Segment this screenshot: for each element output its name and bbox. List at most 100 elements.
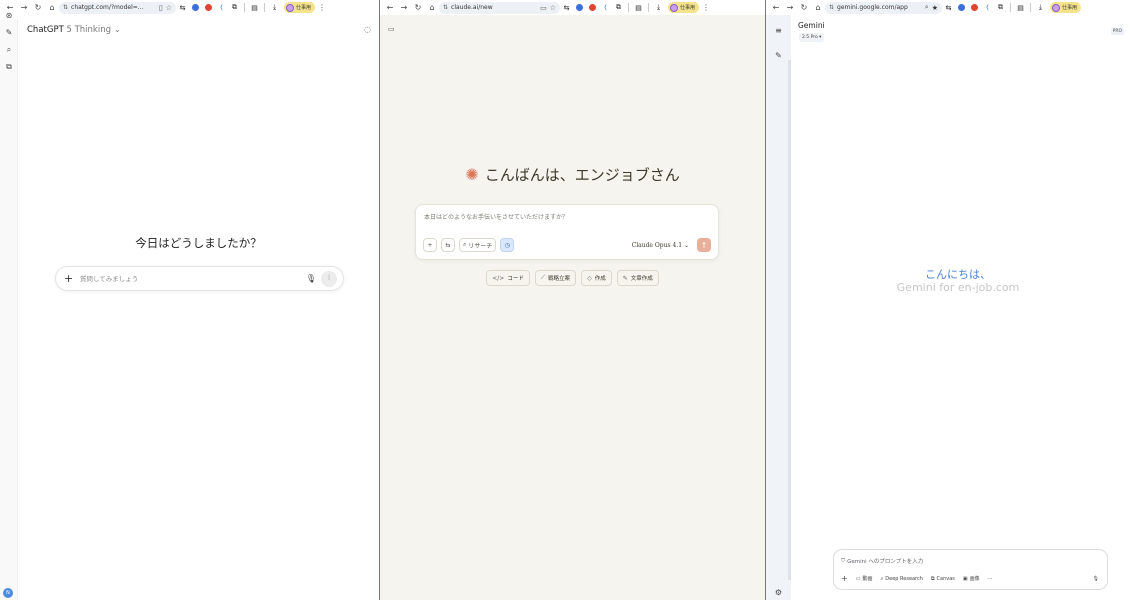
chatgpt-sidebar-rail: ⊛ ✎ ⌕ ⧉ N [0, 11, 18, 600]
home-icon[interactable]: ⌂ [811, 1, 825, 15]
address-bar[interactable]: ⇅ claude.ai/new ▭ ☆ [439, 1, 560, 14]
more-icon[interactable]: ··· [988, 576, 993, 582]
download-icon[interactable]: ⤓ [269, 2, 280, 13]
reload-icon[interactable]: ↻ [411, 1, 425, 15]
extension-icon[interactable] [574, 2, 585, 13]
bookmark-star-icon[interactable]: ☆ [550, 4, 556, 12]
forward-icon[interactable]: → [783, 1, 797, 15]
tools-settings-button[interactable]: ⇆ [441, 238, 455, 252]
extensions-puzzle-icon[interactable]: ⧉ [229, 2, 240, 13]
research-icon: ⌕ [463, 241, 467, 248]
extension-icon[interactable] [969, 2, 980, 13]
microphone-icon[interactable]: 🎙︎ [305, 274, 317, 283]
composer[interactable]: 本日はどのようなお手伝いをさせていただけますか？ + ⇆ ⌕ リサーチ ◷ Cl… [415, 204, 719, 260]
extension-icon[interactable] [587, 2, 598, 13]
greeting-text: こんばんは、エンジョブさん [484, 166, 680, 184]
home-icon[interactable]: ⌂ [425, 1, 439, 15]
greeting-subheading: Gemini for en-job.com [896, 281, 1020, 294]
page-icon[interactable]: ▯ [159, 4, 163, 12]
send-button[interactable]: ↑ [697, 238, 711, 252]
back-icon[interactable]: ← [769, 1, 783, 15]
extension-icon[interactable]: ⇆ [943, 2, 954, 13]
extension-icon[interactable]: ⦅ [982, 2, 993, 13]
forward-icon[interactable]: → [397, 1, 411, 15]
reading-list-icon[interactable]: ▤ [1015, 2, 1026, 13]
model-selector[interactable]: ChatGPT 5 Thinking ⌄ [27, 25, 121, 35]
tool-image[interactable]: ▣ 画像 [963, 575, 980, 583]
video-icon: ▭ [855, 575, 861, 582]
research-button[interactable]: ⌕ リサーチ [459, 238, 497, 252]
voice-mode-button[interactable]: ⫶ [321, 270, 337, 287]
extension-icon[interactable]: ⇆ [177, 2, 188, 13]
tool-canvas[interactable]: ⧉ Canvas [931, 576, 955, 582]
prompt-input[interactable] [80, 274, 305, 283]
sidebar-toggle-icon[interactable]: ▭ [388, 25, 395, 33]
chevron-down-icon: ▾ [819, 35, 822, 40]
profile-chip[interactable]: 仕事用 [284, 2, 316, 13]
prompt-placeholder[interactable]: 本日はどのようなお手伝いをさせていただけますか？ [424, 212, 568, 221]
extension-icon[interactable] [203, 2, 214, 13]
address-bar[interactable]: ⇅ chatgpt.com/?model=... ▯ ☆ [59, 1, 176, 14]
model-selector[interactable]: 2.5 Pro ▾ [799, 33, 825, 42]
new-chat-icon[interactable]: ✎ [0, 24, 18, 41]
chip-writing[interactable]: ✎ 文章作成 [616, 270, 659, 286]
site-settings-icon[interactable]: ⇅ [443, 4, 448, 11]
site-settings-icon[interactable]: ⇅ [829, 4, 834, 11]
claude-window: ← → ↻ ⌂ ⇅ claude.ai/new ▭ ☆ ⇆ ⦅ ⧉ ▤ ⤓ 仕事… [380, 0, 765, 600]
reading-list-icon[interactable]: ▤ [249, 2, 260, 13]
back-icon[interactable]: ← [383, 1, 397, 15]
temporary-chat-icon[interactable]: ◌ [364, 25, 371, 34]
attach-plus-icon[interactable]: + [64, 272, 74, 285]
microphone-icon[interactable]: 🎙︎ [1093, 576, 1099, 582]
browser-menu-icon[interactable]: ⋮ [699, 1, 713, 15]
extension-icon[interactable] [956, 2, 967, 13]
avatar[interactable]: N [3, 588, 13, 598]
openai-logo-icon[interactable]: ⊛ [0, 7, 18, 24]
toolbar-divider [628, 3, 629, 12]
chip-strategy[interactable]: ⟋ 戦略立案 [534, 270, 577, 286]
suggestion-chips: </> コード ⟋ 戦略立案 ◇ 作成 ✎ 文章作成 [380, 270, 765, 286]
download-icon[interactable]: ⤓ [1035, 2, 1046, 13]
home-icon[interactable]: ⌂ [45, 1, 59, 15]
add-plus-icon[interactable]: + [841, 574, 848, 583]
profile-chip[interactable]: 仕事用 [1050, 2, 1082, 13]
extension-icon[interactable]: ⦅ [216, 2, 227, 13]
extension-icon[interactable]: ⦅ [600, 2, 611, 13]
model-selector[interactable]: Claude Opus 4.1 ⌄ [632, 242, 689, 249]
tool-video[interactable]: ▭ 動画 [855, 575, 873, 583]
pen-icon: ✎ [622, 274, 628, 282]
extensions-puzzle-icon[interactable]: ⧉ [613, 2, 624, 13]
forward-icon[interactable]: → [17, 1, 31, 15]
gear-icon[interactable]: ⚙ [766, 588, 791, 597]
bookmark-star-icon[interactable]: ☆ [166, 4, 172, 12]
bookmark-star-icon[interactable]: ★ [932, 4, 938, 12]
tool-deep-research[interactable]: ⌕ Deep Research [880, 576, 923, 582]
composer[interactable]: ⛉ Gemini へのプロンプトを入力 + ▭ 動画 ⌕ Deep Resear… [833, 549, 1108, 590]
app-title: Gemini [798, 21, 825, 30]
code-icon: </> [492, 274, 505, 282]
reload-icon[interactable]: ↻ [31, 1, 45, 15]
extension-icon[interactable]: ⇆ [561, 2, 572, 13]
extensions-puzzle-icon[interactable]: ⧉ [995, 2, 1006, 13]
menu-icon[interactable]: ≡ [766, 22, 791, 38]
reload-icon[interactable]: ↻ [797, 1, 811, 15]
sidebar-scrollbar[interactable] [788, 60, 791, 580]
chatgpt-window: ← → ↻ ⌂ ⇅ chatgpt.com/?model=... ▯ ☆ ⇆ ⦅… [0, 0, 379, 600]
add-attachment-button[interactable]: + [423, 238, 437, 252]
profile-chip[interactable]: 仕事用 [668, 2, 700, 13]
download-icon[interactable]: ⤓ [653, 2, 664, 13]
zoom-icon[interactable]: ⌕ [925, 3, 929, 12]
extended-thinking-button[interactable]: ◷ [500, 238, 515, 252]
cast-icon[interactable]: ▭ [540, 4, 547, 12]
model-name: 2.5 Pro [802, 35, 818, 40]
extension-icon[interactable] [190, 2, 201, 13]
browser-menu-icon[interactable]: ⋮ [315, 1, 329, 15]
address-bar[interactable]: ⇅ gemini.google.com/app ⌕ ★ [825, 1, 942, 14]
chip-create[interactable]: ◇ 作成 [581, 270, 612, 286]
chip-code[interactable]: </> コード [486, 270, 530, 286]
reading-list-icon[interactable]: ▤ [633, 2, 644, 13]
search-icon[interactable]: ⌕ [0, 41, 18, 58]
library-icon[interactable]: ⧉ [0, 58, 18, 75]
prompt-placeholder-row[interactable]: ⛉ Gemini へのプロンプトを入力 [841, 557, 923, 566]
site-settings-icon[interactable]: ⇅ [63, 4, 68, 11]
